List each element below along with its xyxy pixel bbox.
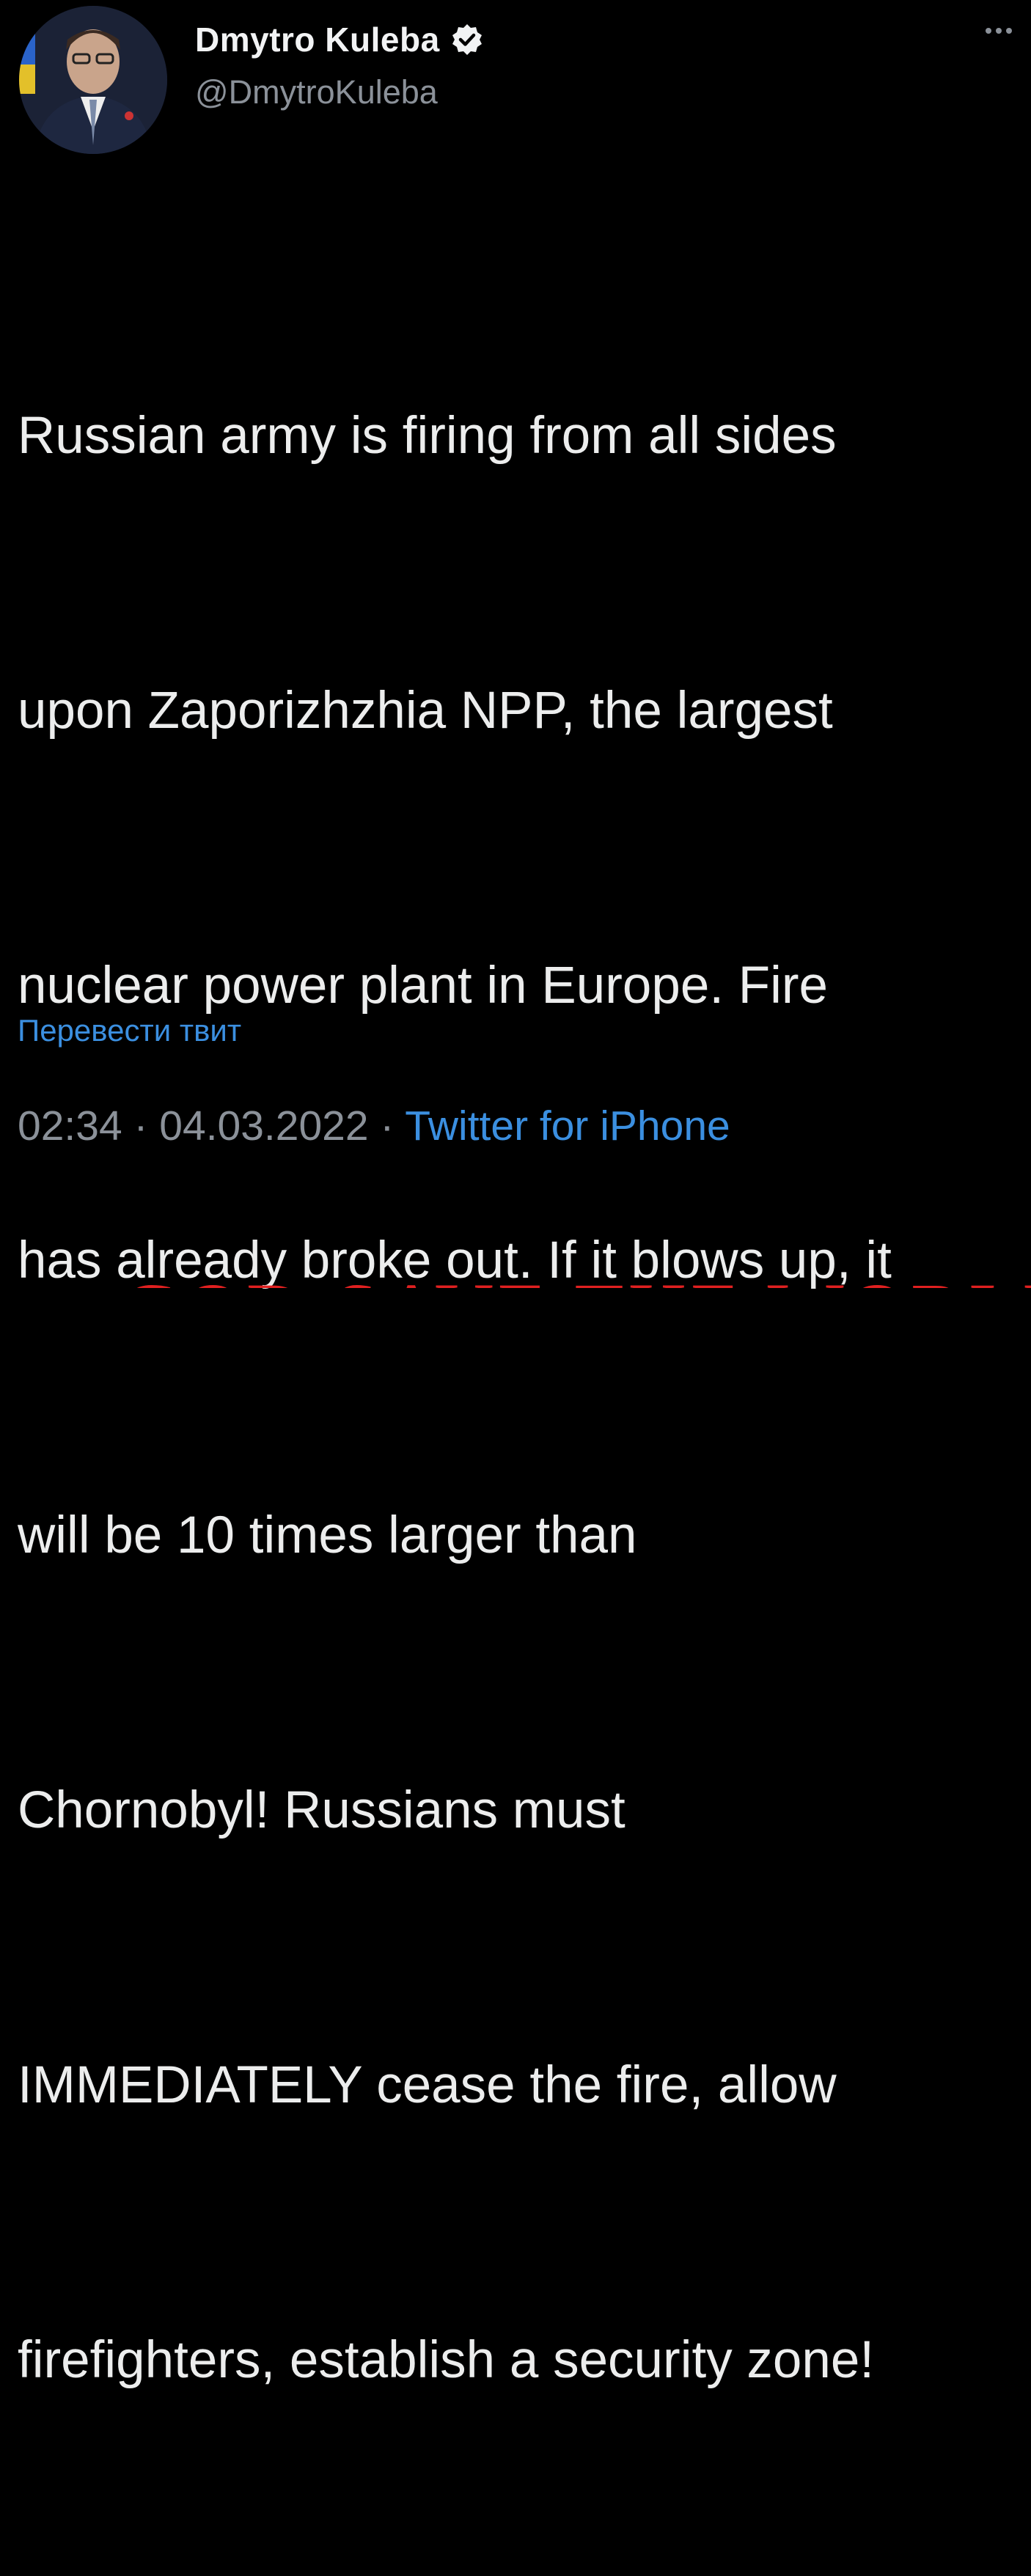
more-dot xyxy=(986,28,991,34)
verified-badge-icon xyxy=(452,24,482,55)
tweet-source-link[interactable]: Twitter for iPhone xyxy=(405,1103,730,1149)
caption-banner-text: GOD SAVE THE WORLD xyxy=(121,1271,1031,1288)
meta-separator: · xyxy=(368,1103,406,1149)
tweet-author[interactable]: Dmytro Kuleba @DmytroKuleba xyxy=(195,19,484,111)
tweet-text-line: IMMEDIATELY cease the fire, allow xyxy=(18,2056,837,2114)
tweet-text-line: Russian army is firing from all sides xyxy=(18,407,837,465)
tweet-card: Dmytro Kuleba @DmytroKuleba Russian army… xyxy=(0,0,1031,2389)
profile-avatar[interactable] xyxy=(19,6,167,154)
tweet-text-line: has already broke out. If it blows up, i… xyxy=(18,1232,892,1289)
tweet-date[interactable]: 04.03.2022 xyxy=(159,1103,368,1149)
translate-tweet-link[interactable]: Перевести твит xyxy=(18,1013,241,1048)
tweet-text-line: firefighters, establish a security zone! xyxy=(18,2331,875,2389)
author-name-row: Dmytro Kuleba xyxy=(195,19,484,60)
more-options-icon[interactable] xyxy=(986,28,1012,34)
author-handle[interactable]: @DmytroKuleba xyxy=(195,73,484,111)
tweet-text-line: Chornobyl! Russians must xyxy=(18,1781,625,1839)
tweet-time[interactable]: 02:34 xyxy=(18,1103,122,1149)
tweet-metadata: 02:34 · 04.03.2022 · Twitter for iPhone xyxy=(18,1102,730,1150)
more-dot xyxy=(1006,28,1012,34)
caption-banner: GOD SAVE THE WORLD xyxy=(0,1267,1031,1288)
meta-separator: · xyxy=(122,1103,160,1149)
tweet-text: Russian army is firing from all sides up… xyxy=(18,207,1031,2576)
more-dot xyxy=(996,28,1002,34)
tweet-text-line: upon Zaporizhzhia NPP, the largest xyxy=(18,682,833,740)
author-display-name[interactable]: Dmytro Kuleba xyxy=(195,20,440,59)
avatar-portrait-icon xyxy=(19,6,167,154)
tweet-text-line: will be 10 times larger than xyxy=(18,1506,637,1564)
